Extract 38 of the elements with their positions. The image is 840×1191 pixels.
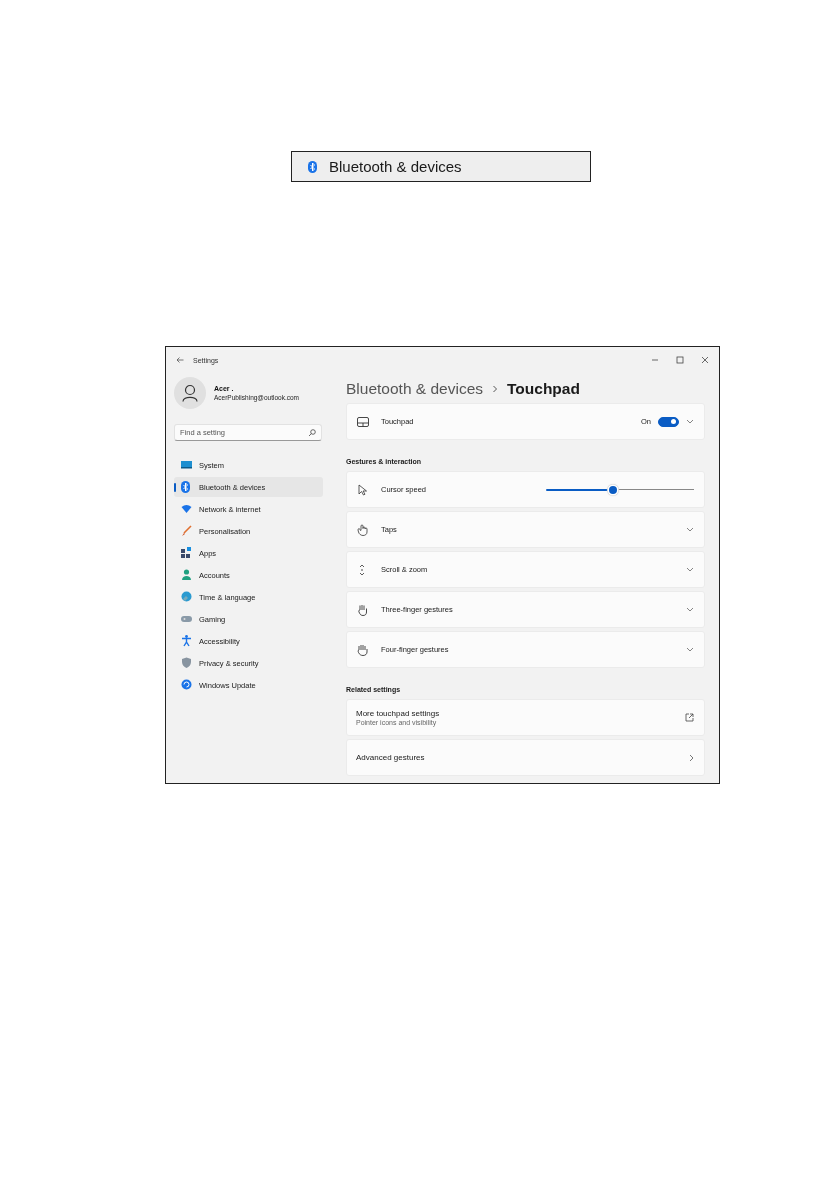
hand-icon	[357, 523, 369, 536]
gamepad-icon	[181, 613, 192, 625]
wifi-icon	[181, 503, 192, 515]
bluetooth-icon	[308, 160, 317, 173]
person-icon	[182, 384, 198, 402]
settings-card[interactable]: Advanced gestures	[346, 739, 705, 776]
chevron-down-icon	[686, 567, 694, 572]
external-link-icon	[685, 713, 694, 722]
close-icon[interactable]	[701, 356, 709, 364]
monitor-icon	[181, 459, 192, 471]
apps-icon	[181, 547, 192, 559]
person-icon	[181, 569, 192, 581]
search-icon	[308, 428, 316, 437]
toggle-switch[interactable]	[658, 416, 679, 427]
refresh-icon	[181, 679, 192, 691]
chevron-down-icon	[686, 607, 694, 612]
hand-icon	[357, 603, 369, 616]
chevron-right-icon	[492, 385, 498, 393]
chevron-down-icon	[686, 647, 694, 652]
bluetooth-icon	[181, 481, 192, 493]
chevron-down-icon	[686, 527, 694, 532]
breadcrumb-link[interactable]: Bluetooth & devices	[346, 380, 483, 398]
chevron-down-icon	[686, 419, 694, 424]
pointer-icon	[357, 483, 369, 496]
hand-icon	[357, 643, 369, 656]
accessibility-icon	[181, 635, 192, 647]
back-icon[interactable]	[176, 357, 184, 363]
maximize-icon[interactable]	[676, 356, 684, 364]
touchpad-icon	[357, 416, 369, 427]
chevron-right-icon	[689, 753, 694, 762]
page-title: Touchpad	[507, 380, 580, 398]
menu-item[interactable]: Bluetooth & devices	[291, 151, 591, 182]
setting-label: More touchpad settings	[356, 709, 441, 718]
slider[interactable]	[546, 485, 694, 494]
setting-label: Advanced gestures	[356, 753, 426, 762]
shield-icon	[181, 657, 192, 669]
brush-icon	[181, 525, 192, 537]
globe-icon	[181, 591, 192, 603]
